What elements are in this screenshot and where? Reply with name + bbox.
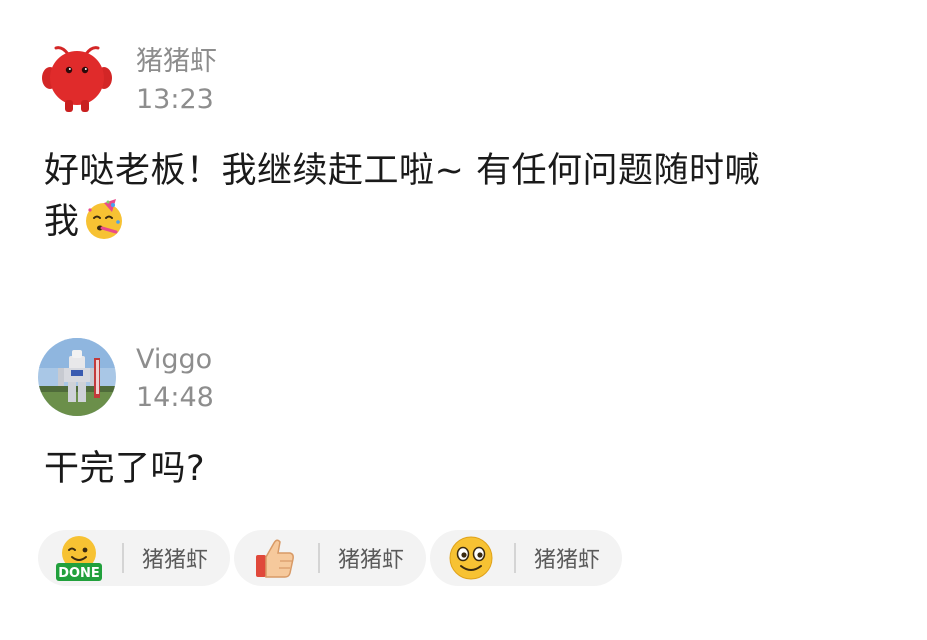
sender-avatar[interactable]: [38, 338, 116, 416]
chip-divider: [122, 543, 124, 573]
reaction-chip-done[interactable]: DONE 猪猪虾: [38, 530, 231, 586]
reaction-user: 猪猪虾: [534, 548, 601, 573]
chip-divider: [514, 543, 517, 573]
thumbs-up-emoji-icon: [248, 533, 302, 583]
chip-divider: [318, 543, 321, 573]
message-time: 14:48: [136, 382, 214, 413]
reaction-bar: DONE 猪猪虾 猪猪虾 猪猪虾: [38, 530, 623, 586]
message-text[interactable]: 干完了吗?: [44, 444, 884, 494]
done-badge-text: DONE: [58, 566, 100, 581]
reaction-user: 猪猪虾: [142, 548, 209, 573]
smiley-emoji-icon: [444, 533, 498, 583]
message-time: 13:23: [136, 84, 214, 115]
reaction-chip-thumbs-up[interactable]: 猪猪虾: [234, 530, 427, 586]
reaction-chip-smiley[interactable]: 猪猪虾: [430, 530, 623, 586]
sender-name: 猪猪虾: [136, 46, 217, 77]
done-emoji-icon: DONE: [52, 533, 106, 583]
message-text-line2: 我: [44, 202, 80, 242]
sender-name: Viggo: [136, 344, 213, 375]
party-face-emoji-icon: [82, 196, 128, 242]
sender-avatar[interactable]: [38, 38, 116, 116]
message-text-line1: 好哒老板！我继续赶工啦~ 有任何问题随时喊: [44, 151, 760, 191]
message-text[interactable]: 好哒老板！我继续赶工啦~ 有任何问题随时喊 我: [44, 146, 884, 247]
reaction-user: 猪猪虾: [338, 548, 405, 573]
gundam-statue-photo-icon: [38, 338, 116, 416]
red-shrimp-mascot-icon: [38, 38, 116, 116]
